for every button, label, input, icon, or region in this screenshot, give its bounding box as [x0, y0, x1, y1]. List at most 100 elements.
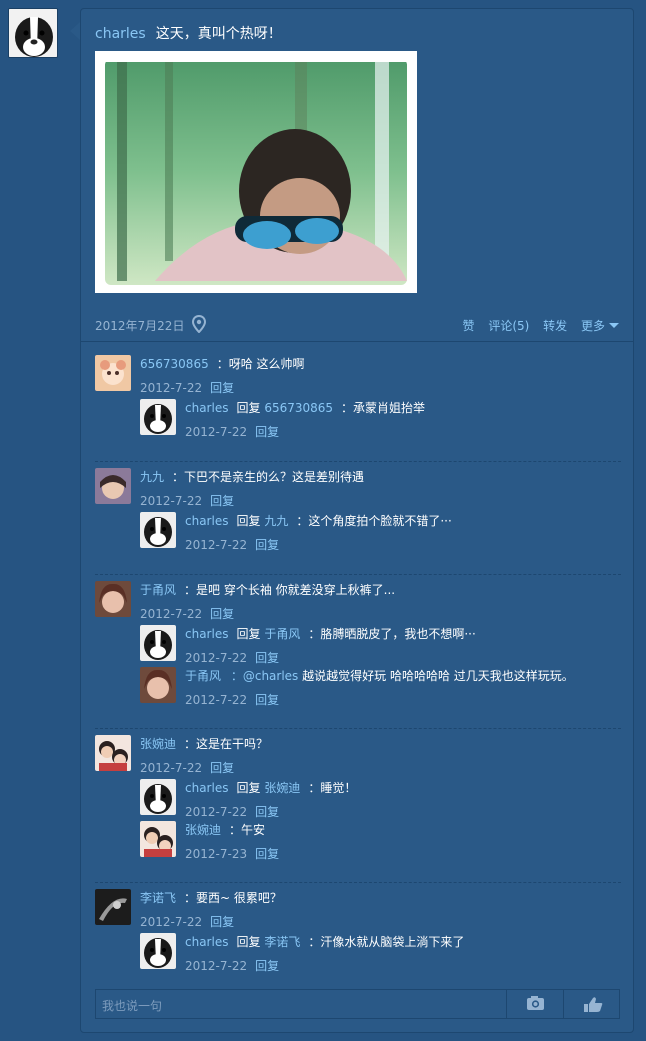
comment-input-bar: 我也说一句 — [95, 989, 620, 1019]
commenter-avatar[interactable] — [95, 735, 131, 771]
replier-name[interactable]: charles — [185, 627, 228, 641]
reply-date: 2012-7-22 — [185, 805, 248, 819]
post-username[interactable]: charles — [95, 26, 146, 42]
reply-link[interactable]: 回复 — [255, 805, 279, 819]
camera-button[interactable] — [506, 990, 563, 1018]
reply-date: 2012-7-22 — [185, 959, 248, 973]
selfie-photo — [105, 56, 407, 285]
commenter-name[interactable]: 于甬风 — [140, 583, 176, 597]
reply-word: 回复 — [236, 781, 261, 795]
post-card: charles 这天，真叫个热呀！ 2012年7月22日 赞 评论(5) 转发 … — [80, 8, 634, 1033]
commenter-avatar[interactable] — [95, 889, 131, 925]
comment-item: 李诺飞 ：要西~ 很累吧？ 2012-7-22 回复 charles 回复 李诺飞 ：汗… — [95, 883, 621, 987]
reply-word: 回复 — [236, 401, 261, 415]
commenter-avatar[interactable] — [95, 581, 131, 617]
reply-link[interactable]: 回复 — [255, 425, 279, 439]
replier-avatar[interactable] — [140, 512, 176, 548]
replier-name[interactable]: charles — [185, 935, 228, 949]
reply-link[interactable]: 回复 — [255, 959, 279, 973]
replier-avatar[interactable] — [140, 667, 176, 703]
comment-input[interactable]: 我也说一句 — [102, 997, 162, 1014]
comment-date: 2012-7-22 — [140, 381, 203, 395]
reply-target[interactable]: 张婉迪 — [264, 781, 300, 795]
reply-link[interactable]: 回复 — [210, 761, 234, 775]
post-meta: 2012年7月22日 赞 评论(5) 转发 更多 — [95, 314, 619, 335]
repost-link[interactable]: 转发 — [543, 319, 567, 333]
reply-date: 2012-7-22 — [185, 425, 248, 439]
comment-text: ：呀哈 这么帅啊 — [216, 357, 305, 371]
reply-link[interactable]: 回复 — [255, 693, 279, 707]
reply-link[interactable]: 回复 — [255, 847, 279, 861]
chevron-down-icon — [609, 323, 619, 328]
comment-link[interactable]: 评论(5) — [488, 319, 529, 333]
replier-name[interactable]: 于甬风 — [185, 669, 221, 683]
like-button[interactable] — [563, 990, 619, 1018]
reply-date: 2012-7-23 — [185, 847, 248, 861]
reply-target[interactable]: 于甬风 — [264, 627, 300, 641]
comment-date: 2012-7-22 — [140, 607, 203, 621]
author-avatar[interactable] — [8, 8, 58, 58]
more-link[interactable]: 更多 — [581, 319, 619, 333]
commenter-avatar[interactable] — [95, 468, 131, 504]
reply-text: ：承蒙肖姐抬举 — [341, 401, 426, 415]
reply-word: 回复 — [236, 935, 261, 949]
reply-item: 张婉迪 ：午安 2012-7-23 回复 — [140, 819, 621, 861]
replier-avatar[interactable] — [140, 779, 176, 815]
comment-date: 2012-7-22 — [140, 915, 203, 929]
post-photo[interactable] — [95, 51, 417, 293]
reply-date: 2012-7-22 — [185, 538, 248, 552]
replier-name[interactable]: charles — [185, 401, 228, 415]
reply-target[interactable]: ：@charles — [231, 669, 298, 683]
reply-word: 回复 — [236, 514, 261, 528]
comment-text: ：这是在干吗？ — [184, 737, 269, 751]
reply-link[interactable]: 回复 — [255, 538, 279, 552]
comment-date: 2012-7-22 — [140, 494, 203, 508]
reply-link[interactable]: 回复 — [210, 494, 234, 508]
post-date: 2012年7月22日 — [95, 319, 185, 333]
reply-text: ：睡觉！ — [308, 781, 357, 795]
camera-icon — [527, 996, 544, 1010]
replier-avatar[interactable] — [140, 933, 176, 969]
like-link[interactable]: 赞 — [462, 319, 474, 333]
reply-item: charles 回复 656730865 ：承蒙肖姐抬举 2012-7-22 回复 — [140, 397, 621, 439]
replier-name[interactable]: charles — [185, 514, 228, 528]
more-label: 更多 — [580, 319, 605, 333]
replier-name[interactable]: charles — [185, 781, 228, 795]
replier-avatar[interactable] — [140, 399, 176, 435]
location-pin-icon[interactable] — [191, 314, 207, 334]
commenter-name[interactable]: 李诺飞 — [140, 891, 176, 905]
reply-link[interactable]: 回复 — [210, 381, 234, 395]
replier-avatar[interactable] — [140, 625, 176, 661]
reply-link[interactable]: 回复 — [255, 651, 279, 665]
comment-item: 656730865 ：呀哈 这么帅啊 2012-7-22 回复 charles 回复 … — [95, 349, 621, 462]
reply-target[interactable]: 656730865 — [264, 401, 333, 415]
post-header: charles 这天，真叫个热呀！ — [95, 23, 282, 43]
reply-item: charles 回复 于甬风 ：胳膊晒脱皮了，我也不想啊··· 2012-7-22 回… — [140, 623, 621, 665]
commenter-name[interactable]: 656730865 — [140, 357, 209, 371]
commenter-avatar[interactable] — [95, 355, 131, 391]
reply-text: ：午安 — [229, 823, 266, 837]
reply-item: 于甬风 ：@charles 越说越觉得好玩 哈哈哈哈哈 过几天我也这样玩玩。 2… — [140, 665, 621, 707]
reply-text: ：胳膊晒脱皮了，我也不想啊··· — [308, 627, 476, 641]
reply-item: charles 回复 李诺飞 ：汗像水就从脑袋上淌下来了 2012-7-22 回复 — [140, 931, 621, 973]
comment-item: 于甬风 ：是吧 穿个长袖 你就差没穿上秋裤了... 2012-7-22 回复 cha… — [95, 575, 621, 729]
reply-text: ：这个角度拍个脸就不错了··· — [296, 514, 452, 528]
card-arrow — [70, 22, 80, 40]
comment-text: ：要西~ 很累吧？ — [184, 891, 282, 905]
reply-link[interactable]: 回复 — [210, 915, 234, 929]
reply-link[interactable]: 回复 — [210, 607, 234, 621]
replier-name[interactable]: 张婉迪 — [185, 823, 221, 837]
reply-target[interactable]: 李诺飞 — [264, 935, 300, 949]
replier-avatar[interactable] — [140, 821, 176, 857]
commenter-name[interactable]: 九九 — [140, 470, 164, 484]
comment-item: 张婉迪 ：这是在干吗？ 2012-7-22 回复 charles 回复 张婉迪 ：睡觉！… — [95, 729, 621, 883]
reply-word: 回复 — [236, 627, 261, 641]
comment-text: ：下巴不是亲生的么？这是差别待遇 — [172, 470, 365, 484]
comment-item: 九九 ：下巴不是亲生的么？这是差别待遇 2012-7-22 回复 charles 回复… — [95, 462, 621, 575]
divider — [81, 341, 633, 342]
reply-target[interactable]: 九九 — [264, 514, 288, 528]
commenter-name[interactable]: 张婉迪 — [140, 737, 176, 751]
reply-item: charles 回复 九九 ：这个角度拍个脸就不错了··· 2012-7-22 回复 — [140, 510, 621, 552]
reply-date: 2012-7-22 — [185, 693, 248, 707]
comment-text: ：是吧 穿个长袖 你就差没穿上秋裤了... — [184, 583, 396, 597]
